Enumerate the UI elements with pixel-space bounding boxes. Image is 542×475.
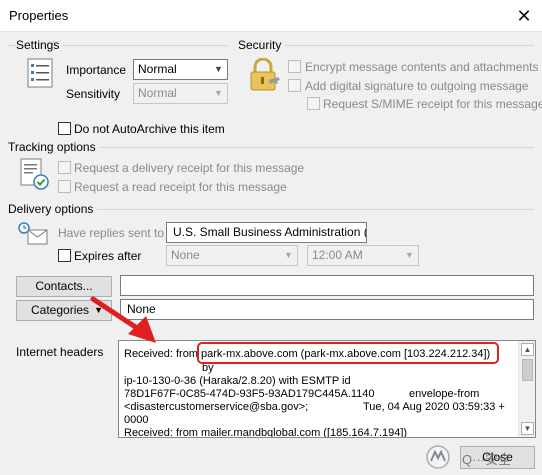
smime-receipt-label: Request S/MIME receipt for this message [323,97,542,111]
header-line: Tue, 04 Aug 2020 03:59:33 + [363,401,505,413]
watermark-logo-icon [424,444,452,470]
digital-signature-checkbox[interactable] [288,79,301,92]
scroll-up-icon[interactable]: ▲ [521,343,534,356]
sensitivity-label: Sensitivity [66,87,121,101]
importance-select[interactable]: Normal ▼ [133,59,228,80]
expires-date-select[interactable]: None ▼ [166,245,298,266]
chevron-down-icon: ▼ [214,88,223,98]
settings-list-icon [27,58,53,88]
header-line: 0000 [124,414,149,426]
encrypt-checkbox[interactable] [288,60,301,73]
close-window-icon[interactable]: ✕ [512,4,536,28]
window-title: Properties [9,8,69,23]
security-title: Security [238,38,286,52]
annotation-highlight-box [197,342,499,364]
scroll-thumb[interactable] [522,359,533,381]
internet-headers-label: Internet headers [16,345,104,359]
delivery-receipt-checkbox[interactable] [58,161,71,174]
contacts-field[interactable] [120,275,534,296]
scroll-down-icon[interactable]: ▼ [521,422,534,435]
replies-label: Have replies sent to [58,226,165,240]
read-receipt-label: Request a read receipt for this message [74,180,287,194]
autoarchive-checkbox[interactable] [58,122,71,135]
settings-title: Settings [16,38,64,52]
autoarchive-label: Do not AutoArchive this item [74,122,225,136]
chevron-down-icon: ▼ [284,250,293,260]
expires-label: Expires after [74,249,142,263]
delivery-title: Delivery options [8,202,98,216]
header-line: ip-10-130-0-36 (Haraka/2.8.20) with ESMT… [124,375,351,387]
title-bar [0,0,542,32]
annotation-arrow [90,294,160,346]
tracking-title: Tracking options [8,140,100,154]
sensitivity-value: Normal [138,86,177,100]
expires-checkbox[interactable] [58,249,71,262]
headers-scrollbar[interactable]: ▲ ▼ [518,341,535,437]
digital-signature-label: Add digital signature to outgoing messag… [305,79,529,93]
sensitivity-select[interactable]: Normal ▼ [133,83,228,104]
chevron-down-icon: ▼ [214,64,223,74]
expires-time-value: 12:00 AM [312,248,363,262]
tracking-document-icon [20,158,50,192]
importance-value: Normal [138,62,177,76]
read-receipt-checkbox[interactable] [58,180,71,193]
header-line: envelope-from [409,388,480,400]
delivery-receipt-label: Request a delivery receipt for this mess… [74,161,305,175]
expires-date-value: None [171,248,200,262]
replies-to-field[interactable]: U.S. Small Business Administration (SE [166,222,367,243]
expires-time-select[interactable]: 12:00 AM ▼ [307,245,419,266]
header-line: <disastercustomerservice@sba.gov>; [124,401,309,413]
categories-button-label: Categories [31,303,90,317]
chevron-down-icon: ▼ [405,250,414,260]
encrypt-label: Encrypt message contents and attachments [305,60,539,74]
header-line: Received: from mailer.mandbqlobal.com ([… [124,427,408,438]
categories-field[interactable]: None [120,299,534,320]
delivery-envelope-icon [17,220,49,248]
smime-receipt-checkbox[interactable] [307,97,320,110]
importance-label: Importance [66,63,127,77]
watermark-text: Q···安全 [462,452,512,467]
header-line: 78D1F67F-0C85-474D-93F5-93AD179C445A.114… [124,388,375,400]
lock-icon [247,57,283,92]
